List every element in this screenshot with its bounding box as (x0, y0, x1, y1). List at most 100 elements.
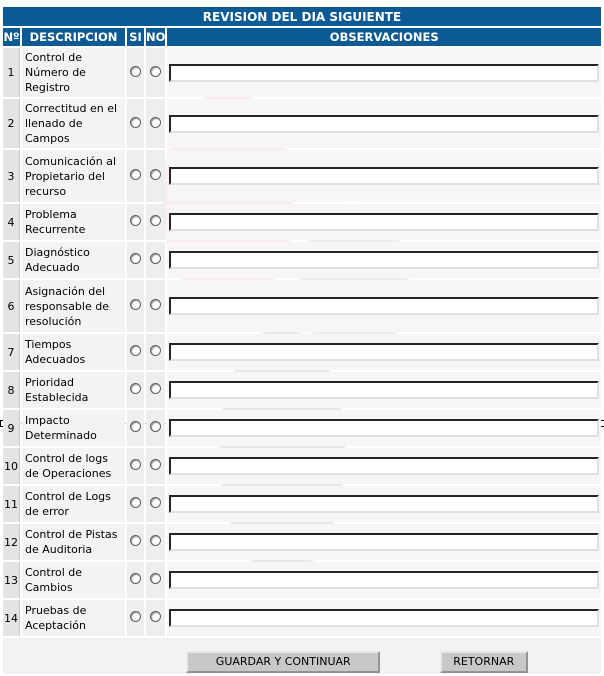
si-radio[interactable] (130, 116, 141, 128)
table-row: 7 Tiempos Adecuados (3, 334, 601, 370)
si-radio[interactable] (130, 299, 141, 310)
si-radio[interactable] (130, 169, 141, 180)
observation-input[interactable] (169, 343, 600, 361)
no-radio[interactable] (150, 169, 162, 180)
no-cell (146, 486, 166, 522)
si-radio[interactable] (130, 253, 141, 264)
observation-input[interactable] (169, 213, 600, 231)
observation-cell (167, 486, 601, 522)
form-title: REVISION DEL DIA SIGUIENTE (3, 7, 601, 26)
row-number: 1 (3, 48, 20, 97)
revision-form-table: REVISION DEL DIA SIGUIENTE Nº DESCRIPCIO… (1, 5, 603, 676)
row-number: 9 (3, 410, 20, 446)
si-cell (127, 410, 144, 446)
row-number: 12 (3, 524, 20, 560)
row-description: Asignación del responsable de resolución (22, 280, 125, 332)
no-radio[interactable] (150, 573, 162, 584)
no-cell (146, 99, 166, 148)
row-description: Correctitud en el llenado de Campos (22, 99, 125, 148)
si-radio[interactable] (130, 573, 141, 584)
si-cell (127, 48, 144, 97)
table-row: 8 Prioridad Establecida (3, 372, 601, 408)
no-radio[interactable] (150, 345, 162, 356)
si-radio[interactable] (130, 383, 141, 394)
column-header-no: NO (146, 28, 166, 46)
row-description: Control de Logs de error (22, 486, 125, 522)
observation-input[interactable] (169, 533, 600, 551)
observation-input[interactable] (169, 297, 600, 315)
si-radio[interactable] (130, 65, 141, 77)
si-radio[interactable] (130, 611, 141, 622)
no-radio[interactable] (150, 535, 162, 546)
table-row: 9 Impacto Determinado (3, 410, 601, 446)
no-radio[interactable] (150, 383, 162, 394)
table-row: 3 Comunicación al Propietario del recurso (3, 150, 601, 202)
no-cell (146, 204, 166, 240)
si-cell (127, 242, 144, 278)
observation-cell (167, 600, 601, 636)
no-radio[interactable] (150, 459, 162, 470)
si-cell (127, 334, 144, 370)
no-radio[interactable] (150, 299, 162, 310)
table-row: 12 Control de Pistas de Auditoria (3, 524, 601, 560)
table-row: 5 Diagnóstico Adecuado (3, 242, 601, 278)
si-cell (127, 150, 144, 202)
observation-input[interactable] (169, 251, 600, 269)
table-row: 2 Correctitud en el llenado de Campos (3, 99, 601, 148)
observation-input[interactable] (169, 167, 600, 185)
row-number: 10 (3, 448, 20, 484)
si-cell (127, 486, 144, 522)
row-number: 6 (3, 280, 20, 332)
observation-cell (167, 242, 601, 278)
si-cell (127, 448, 144, 484)
column-header-desc: DESCRIPCION (22, 28, 125, 46)
observation-cell (167, 524, 601, 560)
no-radio[interactable] (150, 611, 162, 622)
observation-input[interactable] (169, 63, 600, 82)
si-radio[interactable] (130, 345, 141, 356)
observation-cell (167, 334, 601, 370)
observation-input[interactable] (169, 419, 600, 437)
row-number: 11 (3, 486, 20, 522)
table-row: 10 Control de logs de Operaciones (3, 448, 601, 484)
no-cell (146, 562, 166, 598)
si-radio[interactable] (130, 535, 141, 546)
observation-cell (167, 204, 601, 240)
no-cell (146, 372, 166, 408)
si-radio[interactable] (130, 215, 141, 226)
no-cell (146, 334, 166, 370)
observation-input[interactable] (169, 609, 600, 627)
si-cell (127, 372, 144, 408)
no-radio[interactable] (150, 497, 162, 508)
row-description: Prioridad Establecida (22, 372, 125, 408)
observation-input[interactable] (169, 114, 600, 133)
observation-cell (167, 562, 601, 598)
row-description: Impacto Determinado (22, 410, 125, 446)
no-radio[interactable] (150, 215, 162, 226)
save-continue-button[interactable]: GUARDAR Y CONTINUAR (186, 651, 381, 673)
observation-input[interactable] (169, 381, 600, 399)
row-number: 7 (3, 334, 20, 370)
observation-input[interactable] (169, 495, 600, 513)
row-number: 8 (3, 372, 20, 408)
row-description: Comunicación al Propietario del recurso (22, 150, 125, 202)
si-radio[interactable] (130, 421, 141, 432)
si-cell (127, 524, 144, 560)
no-radio[interactable] (150, 116, 162, 128)
row-description: Control de Pistas de Auditoria (22, 524, 125, 560)
si-cell (127, 99, 144, 148)
observation-input[interactable] (169, 571, 600, 589)
row-number: 5 (3, 242, 20, 278)
form-footer: GUARDAR Y CONTINUAR RETORNAR (3, 638, 601, 674)
row-description: Problema Recurrente (22, 204, 125, 240)
row-number: 13 (3, 562, 20, 598)
no-radio[interactable] (150, 421, 162, 432)
no-radio[interactable] (150, 253, 162, 264)
si-radio[interactable] (130, 497, 141, 508)
si-radio[interactable] (130, 459, 141, 470)
table-row: 11 Control de Logs de error (3, 486, 601, 522)
no-radio[interactable] (150, 65, 162, 77)
observation-input[interactable] (169, 457, 600, 475)
row-description: Pruebas de Aceptación (22, 600, 125, 636)
back-button[interactable]: RETORNAR (439, 651, 528, 673)
